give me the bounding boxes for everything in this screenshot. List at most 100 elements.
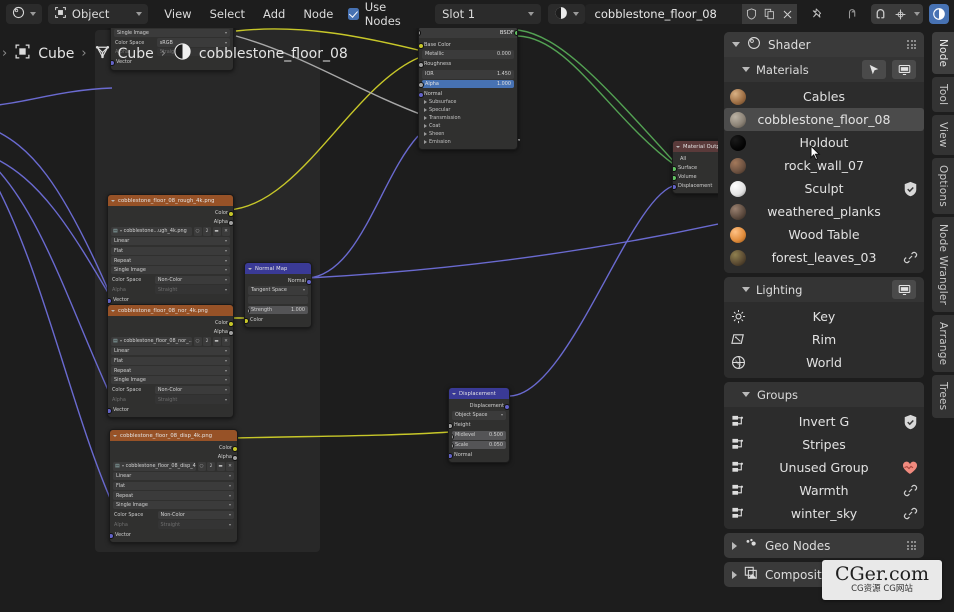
vector-input-row[interactable]: Vector [110,530,234,539]
panel-subsurface[interactable]: Subsurface [422,98,514,106]
groups-list[interactable]: Invert G Stripes Unused Group Warmth win… [724,407,924,529]
display-monitor-icon[interactable] [892,280,916,299]
lighting-list[interactable]: Key Rim World [724,302,924,378]
projection-dropdown[interactable]: Flat [111,246,230,256]
ior-slider[interactable]: IOR 1.450 [419,29,514,79]
output-alpha-row[interactable]: Alpha [111,327,233,336]
interpolation-dropdown[interactable]: Linear [111,346,230,356]
node-header[interactable]: Normal Map [245,263,311,274]
vector-input-row[interactable]: Vector [108,295,230,304]
node-normal-map[interactable]: Normal Map Normal Tangent Space Strength… [244,262,312,329]
node-displacement[interactable]: Displacement Displacement Object Space H… [448,387,510,464]
image-datablock-row[interactable]: ▤ cobblestone_floor_08_nor_... ○ 2 ▬ ✕ [111,337,230,346]
interpolation-dropdown[interactable]: Linear [113,471,234,481]
color-space-row[interactable]: Color Space Non-Color [111,275,230,285]
normal-input-row[interactable]: Normal [419,89,514,98]
shield-icon[interactable] [902,181,918,197]
list-item-material[interactable]: Holdout [724,131,924,154]
node-header[interactable]: cobblestone_floor_08_rough_4k.png [108,195,233,206]
panel-emission[interactable]: Emission [422,138,514,146]
uv-map-field[interactable] [248,295,308,305]
output-color-row[interactable]: Color [111,318,233,327]
alpha-slider[interactable]: Alpha 1.000 [419,79,514,89]
color-space-row[interactable]: Color Space Non-Color [113,510,234,520]
image-datablock-row[interactable]: ▤ cobblestone...ugh_4k.png ○ 2 ▬ ✕ [111,227,230,236]
list-item-material-active[interactable]: cobblestone_floor_08 [724,108,924,131]
list-item-material[interactable]: Sculpt [724,177,924,200]
tab-view[interactable]: View [932,115,954,156]
projection-dropdown[interactable]: Flat [113,481,234,491]
tab-trees[interactable]: Trees [932,375,954,418]
color-space-row[interactable]: Color Space sRGB [114,38,230,47]
panel-sheen[interactable]: Sheen [422,130,514,138]
grip-dots-icon[interactable] [907,541,916,550]
extension-dropdown[interactable]: Repeat [113,491,234,500]
collapse-icon[interactable] [111,309,115,312]
unlink-icon[interactable]: ✕ [222,337,230,346]
tab-node[interactable]: Node [932,32,954,75]
chevron-down-icon[interactable] [742,287,750,292]
go-to-parent-arrow-up-icon[interactable] [843,4,863,24]
tab-tool[interactable]: Tool [932,77,954,113]
list-item-light[interactable]: World [724,351,924,374]
image-name-field[interactable]: ▤ cobblestone...ugh_4k.png [111,227,192,236]
output-color-row[interactable]: Color [113,443,237,452]
roughness-row[interactable]: Roughness [419,60,514,69]
displacement-input-row[interactable]: Displacement [673,181,718,190]
display-monitor-icon[interactable] [892,60,916,79]
strength-slider[interactable]: Strength 1.000 [248,305,308,315]
extension-dropdown[interactable]: Repeat [111,366,230,375]
menu-node[interactable]: Node [294,7,342,21]
open-image-icon[interactable]: ▬ [216,462,225,471]
vector-input-row[interactable]: Vector [108,405,230,414]
fake-user-shield-icon[interactable] [742,4,761,24]
new-image-icon[interactable]: 2 [203,337,211,346]
link-icon[interactable] [902,250,918,265]
link-icon[interactable] [902,506,918,521]
collapse-icon[interactable] [248,267,252,270]
normal-input-row[interactable]: Normal [449,450,506,459]
proportional-editing-icon[interactable] [890,4,911,24]
output-color-row[interactable]: Color [111,208,233,217]
color-input-row[interactable]: Color [245,315,308,324]
list-item-group[interactable]: Invert G [724,410,924,433]
list-item-group[interactable]: Stripes [724,433,924,456]
panel-groups-header[interactable]: Groups [724,382,924,407]
heart-broken-icon[interactable] [902,461,918,475]
grip-dots-icon[interactable] [907,40,916,49]
shading-type-selector[interactable]: Object [47,4,148,24]
node-header[interactable]: Material Outp [673,141,718,152]
scale-slider[interactable]: Scale 0.050 [452,440,506,450]
node-header[interactable]: BSDF [419,28,517,38]
cursor-select-icon[interactable] [862,60,886,79]
panel-shader-header[interactable]: Shader [724,32,924,57]
menu-add[interactable]: Add [254,7,294,21]
node-image-texture-normal[interactable]: cobblestone_floor_08_nor_4k.png Color Al… [107,304,234,418]
use-nodes-toggle[interactable]: Use Nodes [347,0,421,28]
output-alpha-row[interactable]: Alpha [113,452,237,461]
node-header[interactable]: Displacement [449,388,509,399]
panel-geo-nodes-header[interactable]: Geo Nodes [724,533,924,558]
chevron-right-icon[interactable] [732,570,737,579]
node-header[interactable]: cobblestone_floor_08_disp_4k.png [110,430,237,441]
output-normal-row[interactable]: Normal [248,276,311,285]
tab-arrange[interactable]: Arrange [932,315,954,373]
panel-transmission[interactable]: Transmission [422,114,514,122]
panel-materials-header[interactable]: Materials [724,57,924,82]
space-dropdown[interactable]: Object Space [452,411,506,420]
collapse-icon[interactable] [113,434,117,437]
midlevel-slider[interactable]: Midlevel 0.500 [452,431,506,440]
fake-user-icon[interactable]: ○ [193,337,202,346]
metallic-slider[interactable]: Metallic 0.000 [419,29,514,59]
unlink-icon[interactable]: ✕ [222,227,230,236]
source-dropdown[interactable]: Single Image [111,375,230,385]
list-item-group[interactable]: winter_sky [724,502,924,525]
menu-select[interactable]: Select [201,7,254,21]
chevron-right-icon[interactable] [732,541,737,550]
output-displacement-row[interactable]: Displacement [452,401,509,410]
material-name-field[interactable]: cobblestone_floor_08 [584,4,743,24]
link-icon[interactable] [902,483,918,498]
new-image-icon[interactable]: 2 [207,462,215,471]
source-dropdown[interactable]: Single Image [113,500,234,510]
vector-input-row[interactable]: Vector [111,58,230,67]
